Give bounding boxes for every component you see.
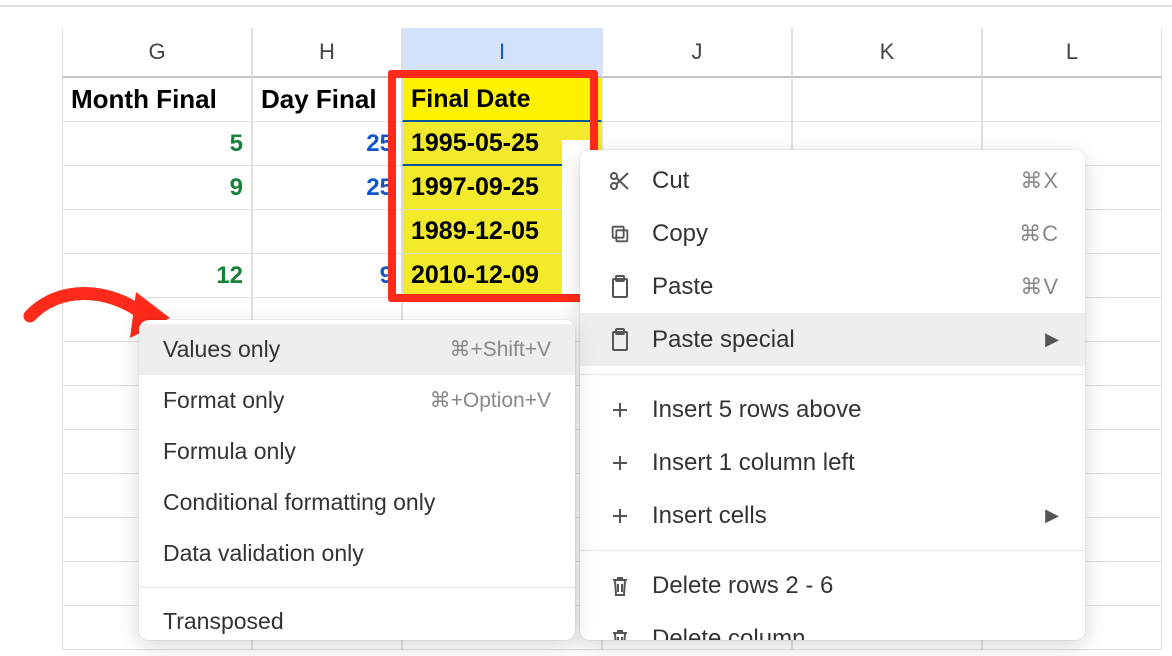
menu-label: Insert cells xyxy=(652,502,1027,530)
scissors-icon xyxy=(606,169,634,193)
plus-icon xyxy=(606,506,634,526)
cell-day[interactable] xyxy=(252,210,402,254)
menu-label: Paste xyxy=(652,273,1002,301)
menu-label: Delete rows 2 - 6 xyxy=(652,572,1059,600)
column-header-i[interactable]: I xyxy=(402,28,602,78)
chevron-right-icon: ▶ xyxy=(1045,329,1059,350)
menu-item-paste-special[interactable]: Paste special ▶ xyxy=(580,313,1085,366)
menu-item-paste[interactable]: Paste ⌘V xyxy=(580,260,1085,313)
column-headers-row: G H I J K L xyxy=(62,28,1162,78)
header-row: Month Final Day Final Final Date xyxy=(62,78,1162,122)
cell-day[interactable]: 25 xyxy=(252,166,402,210)
submenu-item-formula-only[interactable]: Formula only xyxy=(139,426,575,477)
header-cell-final-date[interactable]: Final Date xyxy=(402,78,602,122)
menu-item-cut[interactable]: Cut ⌘X xyxy=(580,154,1085,207)
plus-icon xyxy=(606,400,634,420)
cell-month[interactable]: 12 xyxy=(62,254,252,298)
menu-label: Copy xyxy=(652,220,1001,248)
cell-month[interactable] xyxy=(62,210,252,254)
menu-item-insert-column[interactable]: Insert 1 column left xyxy=(580,436,1085,489)
chevron-right-icon: ▶ xyxy=(1045,505,1059,526)
trash-icon xyxy=(606,628,634,641)
cell-month[interactable]: 5 xyxy=(62,122,252,166)
menu-shortcut: ⌘V xyxy=(1020,274,1059,300)
submenu-label: Values only xyxy=(163,336,449,363)
submenu-item-format-only[interactable]: Format only ⌘+Option+V xyxy=(139,375,575,426)
column-header-g[interactable]: G xyxy=(62,28,252,78)
menu-shortcut: ⌘C xyxy=(1019,221,1059,247)
menu-label: Paste special xyxy=(652,326,1027,354)
trash-icon xyxy=(606,575,634,597)
menu-label: Delete column xyxy=(652,625,1059,641)
context-menu: Cut ⌘X Copy ⌘C Paste ⌘V Paste special ▶ xyxy=(580,150,1085,640)
cell-empty[interactable] xyxy=(982,78,1162,122)
copy-icon xyxy=(606,223,634,245)
menu-item-insert-rows[interactable]: Insert 5 rows above xyxy=(580,383,1085,436)
menu-label: Insert 1 column left xyxy=(652,449,1059,477)
spreadsheet-canvas: G H I J K L Month Final Day Final Final … xyxy=(0,0,1172,656)
top-separator xyxy=(0,5,1172,7)
paste-special-submenu: Values only ⌘+Shift+V Format only ⌘+Opti… xyxy=(139,320,575,640)
menu-item-insert-cells[interactable]: Insert cells ▶ xyxy=(580,489,1085,542)
submenu-item-data-validation-only[interactable]: Data validation only xyxy=(139,528,575,579)
menu-item-delete-rows[interactable]: Delete rows 2 - 6 xyxy=(580,559,1085,612)
cell-day[interactable]: 9 xyxy=(252,254,402,298)
cell-empty[interactable] xyxy=(792,78,982,122)
clipboard-icon xyxy=(606,328,634,352)
menu-divider xyxy=(139,587,575,588)
column-header-l[interactable]: L xyxy=(982,28,1162,78)
menu-shortcut: ⌘X xyxy=(1020,168,1059,194)
column-header-j[interactable]: J xyxy=(602,28,792,78)
menu-label: Cut xyxy=(652,167,1002,195)
submenu-label: Conditional formatting only xyxy=(163,489,551,516)
submenu-label: Format only xyxy=(163,387,430,414)
submenu-item-conditional-formatting-only[interactable]: Conditional formatting only xyxy=(139,477,575,528)
plus-icon xyxy=(606,453,634,473)
header-cell-month-final[interactable]: Month Final xyxy=(62,78,252,122)
menu-item-copy[interactable]: Copy ⌘C xyxy=(580,207,1085,260)
submenu-label: Transposed xyxy=(163,608,551,635)
menu-label: Insert 5 rows above xyxy=(652,396,1059,424)
submenu-item-values-only[interactable]: Values only ⌘+Shift+V xyxy=(139,324,575,375)
header-cell-day-final[interactable]: Day Final xyxy=(252,78,402,122)
submenu-label: Formula only xyxy=(163,438,551,465)
cell-day[interactable]: 25 xyxy=(252,122,402,166)
clipboard-icon xyxy=(606,275,634,299)
cell-month[interactable]: 9 xyxy=(62,166,252,210)
menu-divider xyxy=(580,550,1085,551)
submenu-item-transposed[interactable]: Transposed xyxy=(139,596,575,640)
submenu-shortcut: ⌘+Option+V xyxy=(430,388,551,413)
submenu-label: Data validation only xyxy=(163,540,551,567)
column-header-k[interactable]: K xyxy=(792,28,982,78)
column-header-h[interactable]: H xyxy=(252,28,402,78)
menu-item-delete-column[interactable]: Delete column xyxy=(580,612,1085,640)
submenu-shortcut: ⌘+Shift+V xyxy=(449,337,551,362)
cell-empty[interactable] xyxy=(602,78,792,122)
menu-divider xyxy=(580,374,1085,375)
